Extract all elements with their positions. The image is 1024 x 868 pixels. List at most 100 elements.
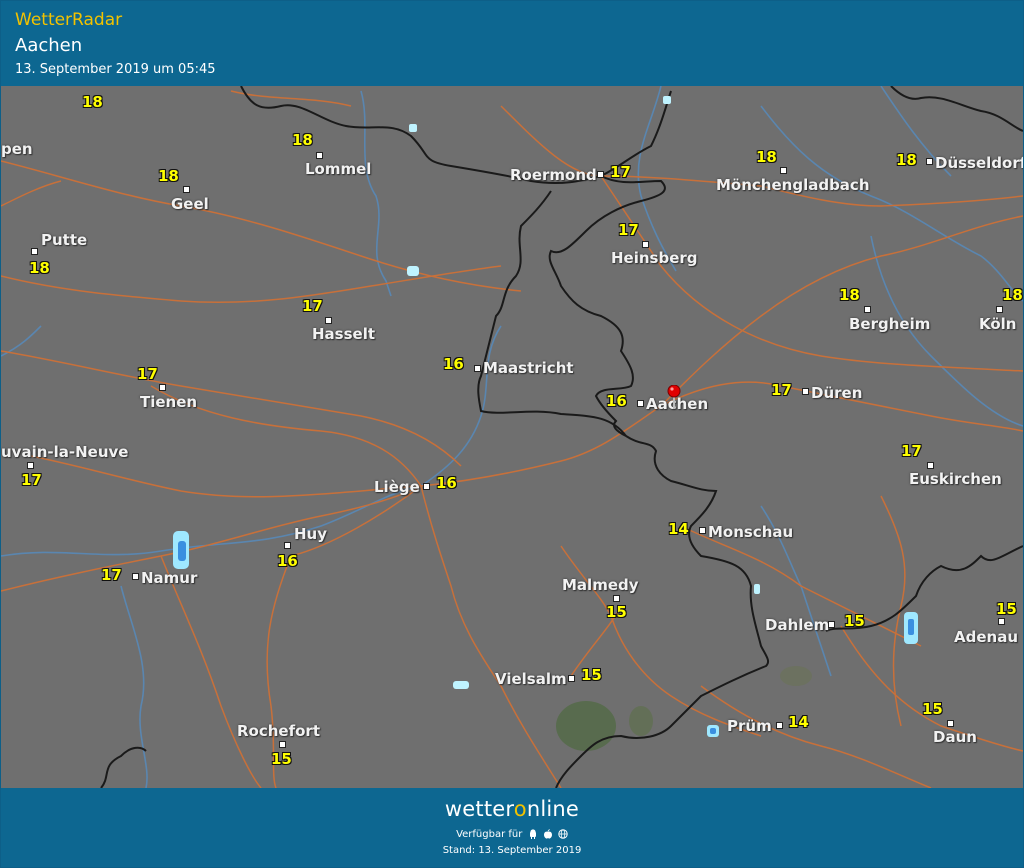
city-dot bbox=[776, 722, 783, 729]
city-dot bbox=[568, 675, 575, 682]
city-label-huy[interactable]: Huy bbox=[294, 525, 327, 543]
city-label-moenchengladbach[interactable]: Mönchengladbach bbox=[716, 176, 870, 194]
temperature-label: 18 bbox=[158, 167, 179, 185]
availability-row: Verfügbar für bbox=[1, 829, 1023, 840]
city-label-roermond[interactable]: Roermond bbox=[510, 166, 597, 184]
temperature-label: 17 bbox=[771, 381, 792, 399]
brand-text-prefix: wetter bbox=[444, 797, 514, 821]
city-dot bbox=[423, 483, 430, 490]
city-dot bbox=[284, 542, 291, 549]
temperature-label: 17 bbox=[137, 365, 158, 383]
city-dot bbox=[996, 306, 1003, 313]
city-label-monschau[interactable]: Monschau bbox=[708, 523, 793, 541]
timestamp: 13. September 2019 um 05:45 bbox=[15, 62, 216, 77]
city-label-adenau[interactable]: Adenau bbox=[954, 628, 1018, 646]
temperature-label: 18 bbox=[82, 93, 103, 111]
apple-icon[interactable] bbox=[543, 829, 553, 839]
city-dot bbox=[132, 573, 139, 580]
city-dot bbox=[927, 462, 934, 469]
android-icon[interactable] bbox=[528, 829, 538, 839]
brand-text-o: o bbox=[513, 797, 527, 821]
temperature-label: 17 bbox=[901, 442, 922, 460]
city-dot bbox=[279, 741, 286, 748]
temperature-label: 17 bbox=[610, 163, 631, 181]
location-name: Aachen bbox=[15, 35, 83, 56]
city-label-tienen[interactable]: Tienen bbox=[140, 393, 197, 411]
city-dot bbox=[159, 384, 166, 391]
temperature-label: 16 bbox=[443, 355, 464, 373]
location-pin-icon[interactable] bbox=[667, 385, 681, 409]
city-dot bbox=[864, 306, 871, 313]
city-label-duesseldorf[interactable]: Düsseldorf bbox=[935, 154, 1023, 172]
city-label-putte[interactable]: Putte bbox=[41, 231, 87, 249]
city-label-louvain-la-neuve[interactable]: uvain-la-Neuve bbox=[1, 443, 128, 461]
city-label-euskirchen[interactable]: Euskirchen bbox=[909, 470, 1002, 488]
temperature-label: 14 bbox=[788, 713, 809, 731]
city-label-maastricht[interactable]: Maastricht bbox=[483, 359, 574, 377]
temperature-label: 16 bbox=[436, 474, 457, 492]
city-label-rochefort[interactable]: Rochefort bbox=[237, 722, 320, 740]
web-icon[interactable] bbox=[558, 829, 568, 839]
rain-patch bbox=[556, 701, 616, 751]
temperature-label: 18 bbox=[29, 259, 50, 277]
city-dot bbox=[699, 527, 706, 534]
temperature-label: 18 bbox=[292, 131, 313, 149]
city-dot bbox=[27, 462, 34, 469]
city-label-hasselt[interactable]: Hasselt bbox=[312, 325, 375, 343]
city-label-koeln[interactable]: Köln bbox=[979, 315, 1017, 333]
temperature-label: 15 bbox=[606, 603, 627, 621]
city-dot bbox=[474, 365, 481, 372]
city-dot bbox=[597, 171, 604, 178]
city-label-dueren[interactable]: Düren bbox=[811, 384, 862, 402]
temperature-label: 15 bbox=[922, 700, 943, 718]
temperature-label: 17 bbox=[21, 471, 42, 489]
city-label-edge[interactable]: pen bbox=[1, 140, 33, 158]
city-dot bbox=[642, 241, 649, 248]
temperature-label: 17 bbox=[101, 566, 122, 584]
temperature-label: 14 bbox=[668, 520, 689, 538]
temperature-label: 16 bbox=[606, 392, 627, 410]
city-label-vielsalm[interactable]: Vielsalm bbox=[495, 670, 567, 688]
available-label: Verfügbar für bbox=[456, 829, 523, 840]
brand-logo[interactable]: wetteronline bbox=[1, 797, 1023, 821]
rain-patch bbox=[629, 706, 653, 736]
city-dot bbox=[31, 248, 38, 255]
stand-date: Stand: 13. September 2019 bbox=[442, 845, 582, 856]
city-dot bbox=[183, 186, 190, 193]
city-label-malmedy[interactable]: Malmedy bbox=[562, 576, 639, 594]
city-dot bbox=[613, 595, 620, 602]
city-label-pruem[interactable]: Prüm bbox=[727, 717, 772, 735]
rain-patch bbox=[780, 666, 812, 686]
city-label-lommel[interactable]: Lommel bbox=[305, 160, 371, 178]
city-dot bbox=[998, 618, 1005, 625]
city-label-bergheim[interactable]: Bergheim bbox=[849, 315, 930, 333]
city-label-dahlem[interactable]: Dahlem bbox=[765, 616, 829, 634]
temperature-label: 15 bbox=[844, 612, 865, 630]
city-dot bbox=[947, 720, 954, 727]
brand-text-suffix: nline bbox=[526, 797, 580, 821]
city-dot bbox=[325, 317, 332, 324]
city-dot bbox=[802, 388, 809, 395]
radar-map[interactable]: Lommel Roermond Mönchengladbach Düsseldo… bbox=[1, 86, 1023, 788]
temperature-label: 16 bbox=[277, 552, 298, 570]
temperature-label: 18 bbox=[896, 151, 917, 169]
city-dot bbox=[316, 152, 323, 159]
city-label-geel[interactable]: Geel bbox=[171, 195, 209, 213]
city-dot bbox=[780, 167, 787, 174]
city-label-daun[interactable]: Daun bbox=[933, 728, 977, 746]
header: WetterRadar Aachen 13. September 2019 um… bbox=[1, 1, 1023, 85]
city-label-namur[interactable]: Namur bbox=[141, 569, 197, 587]
temperature-label: 18 bbox=[756, 148, 777, 166]
app-frame: WetterRadar Aachen 13. September 2019 um… bbox=[0, 0, 1024, 868]
temperature-label: 18 bbox=[1002, 286, 1023, 304]
footer: wetteronline Verfügbar für Stand: 13. Se… bbox=[1, 789, 1023, 867]
city-label-heinsberg[interactable]: Heinsberg bbox=[611, 249, 698, 267]
app-title: WetterRadar bbox=[15, 10, 123, 30]
city-label-liege[interactable]: Liège bbox=[374, 478, 420, 496]
city-dot bbox=[828, 621, 835, 628]
temperature-label: 18 bbox=[839, 286, 860, 304]
city-dot bbox=[926, 158, 933, 165]
temperature-label: 15 bbox=[271, 750, 292, 768]
temperature-label: 15 bbox=[581, 666, 602, 684]
temperature-label: 17 bbox=[302, 297, 323, 315]
